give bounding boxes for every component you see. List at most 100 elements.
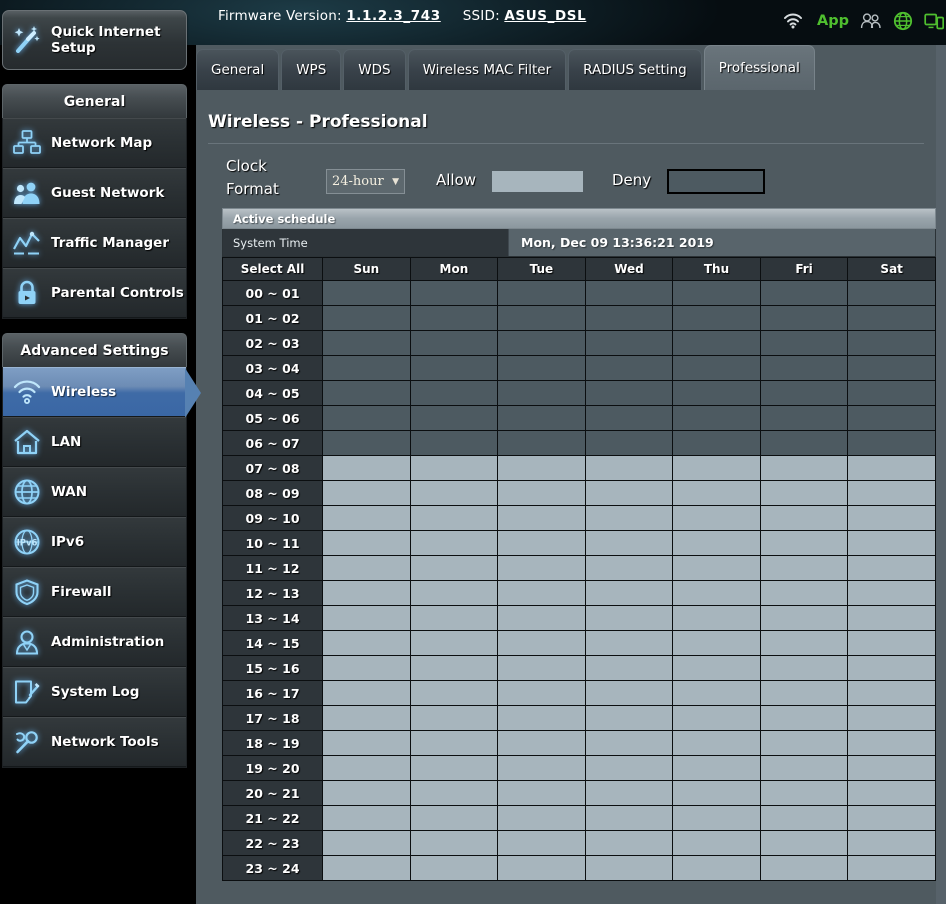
schedule-cell[interactable] bbox=[584, 505, 674, 531]
schedule-cell[interactable] bbox=[759, 405, 849, 431]
schedule-cell[interactable] bbox=[759, 680, 849, 706]
schedule-cell[interactable] bbox=[409, 405, 499, 431]
schedule-cell[interactable] bbox=[497, 430, 586, 456]
schedule-hour-label[interactable]: 05 ~ 06 bbox=[221, 405, 324, 431]
schedule-hour-label[interactable]: 02 ~ 03 bbox=[221, 330, 324, 356]
firmware-version[interactable]: 1.1.2.3_743 bbox=[346, 8, 441, 24]
schedule-cell[interactable] bbox=[672, 380, 761, 406]
schedule-cell[interactable] bbox=[322, 755, 411, 781]
schedule-day-header[interactable]: Tue bbox=[497, 257, 586, 281]
schedule-cell[interactable] bbox=[847, 505, 936, 531]
schedule-cell[interactable] bbox=[497, 530, 586, 556]
schedule-cell[interactable] bbox=[759, 455, 849, 481]
schedule-cell[interactable] bbox=[322, 305, 411, 331]
schedule-cell[interactable] bbox=[409, 830, 499, 856]
schedule-cell[interactable] bbox=[497, 630, 586, 656]
schedule-cell[interactable] bbox=[322, 605, 411, 631]
sidebar-item-network-map[interactable]: Network Map bbox=[3, 118, 186, 168]
schedule-cell[interactable] bbox=[584, 655, 674, 681]
tab-professional[interactable]: Professional bbox=[703, 45, 815, 90]
schedule-cell[interactable] bbox=[584, 830, 674, 856]
schedule-cell[interactable] bbox=[322, 380, 411, 406]
schedule-cell[interactable] bbox=[322, 355, 411, 381]
schedule-cell[interactable] bbox=[584, 630, 674, 656]
sidebar-item-administration[interactable]: Administration bbox=[3, 617, 186, 667]
schedule-cell[interactable] bbox=[497, 605, 586, 631]
schedule-cell[interactable] bbox=[759, 380, 849, 406]
schedule-day-header[interactable]: Wed bbox=[584, 257, 674, 281]
clock-format-select[interactable]: 24-hour ▼ bbox=[326, 169, 405, 194]
schedule-cell[interactable] bbox=[847, 305, 936, 331]
schedule-cell[interactable] bbox=[497, 705, 586, 731]
schedule-cell[interactable] bbox=[409, 605, 499, 631]
schedule-cell[interactable] bbox=[847, 830, 936, 856]
schedule-hour-label[interactable]: 04 ~ 05 bbox=[221, 380, 324, 406]
schedule-cell[interactable] bbox=[847, 430, 936, 456]
schedule-cell[interactable] bbox=[409, 630, 499, 656]
schedule-cell[interactable] bbox=[322, 805, 411, 831]
schedule-cell[interactable] bbox=[584, 755, 674, 781]
schedule-cell[interactable] bbox=[672, 480, 761, 506]
tab-wds[interactable]: WDS bbox=[343, 49, 406, 90]
schedule-cell[interactable] bbox=[759, 655, 849, 681]
schedule-day-header[interactable]: Sat bbox=[847, 257, 936, 281]
schedule-hour-label[interactable]: 15 ~ 16 bbox=[221, 655, 324, 681]
schedule-cell[interactable] bbox=[847, 755, 936, 781]
schedule-cell[interactable] bbox=[322, 430, 411, 456]
sidebar-item-wan[interactable]: WAN bbox=[3, 467, 186, 517]
schedule-hour-label[interactable]: 10 ~ 11 bbox=[221, 530, 324, 556]
schedule-cell[interactable] bbox=[584, 455, 674, 481]
schedule-cell[interactable] bbox=[409, 855, 499, 881]
schedule-cell[interactable] bbox=[759, 580, 849, 606]
schedule-cell[interactable] bbox=[672, 680, 761, 706]
schedule-cell[interactable] bbox=[672, 530, 761, 556]
app-label[interactable]: App bbox=[817, 13, 849, 29]
sidebar-item-system-log[interactable]: System Log bbox=[3, 667, 186, 717]
schedule-cell[interactable] bbox=[497, 330, 586, 356]
schedule-cell[interactable] bbox=[409, 430, 499, 456]
schedule-cell[interactable] bbox=[672, 280, 761, 306]
schedule-cell[interactable] bbox=[672, 355, 761, 381]
schedule-cell[interactable] bbox=[409, 555, 499, 581]
schedule-cell[interactable] bbox=[322, 280, 411, 306]
schedule-hour-label[interactable]: 03 ~ 04 bbox=[221, 355, 324, 381]
schedule-cell[interactable] bbox=[322, 705, 411, 731]
schedule-cell[interactable] bbox=[409, 755, 499, 781]
schedule-cell[interactable] bbox=[322, 730, 411, 756]
schedule-cell[interactable] bbox=[847, 555, 936, 581]
schedule-cell[interactable] bbox=[759, 755, 849, 781]
schedule-cell[interactable] bbox=[847, 405, 936, 431]
sidebar-item-parental-controls[interactable]: Parental Controls bbox=[3, 268, 186, 318]
schedule-cell[interactable] bbox=[322, 780, 411, 806]
schedule-cell[interactable] bbox=[322, 405, 411, 431]
schedule-cell[interactable] bbox=[497, 505, 586, 531]
sidebar-item-wireless[interactable]: Wireless bbox=[3, 367, 201, 418]
schedule-cell[interactable] bbox=[584, 480, 674, 506]
schedule-cell[interactable] bbox=[759, 280, 849, 306]
schedule-cell[interactable] bbox=[409, 505, 499, 531]
schedule-cell[interactable] bbox=[497, 480, 586, 506]
schedule-cell[interactable] bbox=[409, 480, 499, 506]
schedule-cell[interactable] bbox=[672, 630, 761, 656]
schedule-cell[interactable] bbox=[409, 380, 499, 406]
schedule-cell[interactable] bbox=[409, 655, 499, 681]
schedule-cell[interactable] bbox=[497, 355, 586, 381]
schedule-hour-label[interactable]: 07 ~ 08 bbox=[221, 455, 324, 481]
schedule-cell[interactable] bbox=[759, 705, 849, 731]
schedule-hour-label[interactable]: 22 ~ 23 bbox=[221, 830, 324, 856]
schedule-cell[interactable] bbox=[759, 430, 849, 456]
schedule-cell[interactable] bbox=[847, 605, 936, 631]
schedule-cell[interactable] bbox=[322, 680, 411, 706]
schedule-cell[interactable] bbox=[672, 405, 761, 431]
schedule-cell[interactable] bbox=[497, 405, 586, 431]
schedule-cell[interactable] bbox=[759, 330, 849, 356]
schedule-hour-label[interactable]: 06 ~ 07 bbox=[221, 430, 324, 456]
schedule-cell[interactable] bbox=[497, 455, 586, 481]
schedule-cell[interactable] bbox=[409, 730, 499, 756]
schedule-cell[interactable] bbox=[847, 530, 936, 556]
schedule-cell[interactable] bbox=[322, 630, 411, 656]
schedule-cell[interactable] bbox=[759, 630, 849, 656]
schedule-cell[interactable] bbox=[759, 730, 849, 756]
schedule-cell[interactable] bbox=[672, 580, 761, 606]
schedule-day-header[interactable]: Sun bbox=[322, 257, 411, 281]
